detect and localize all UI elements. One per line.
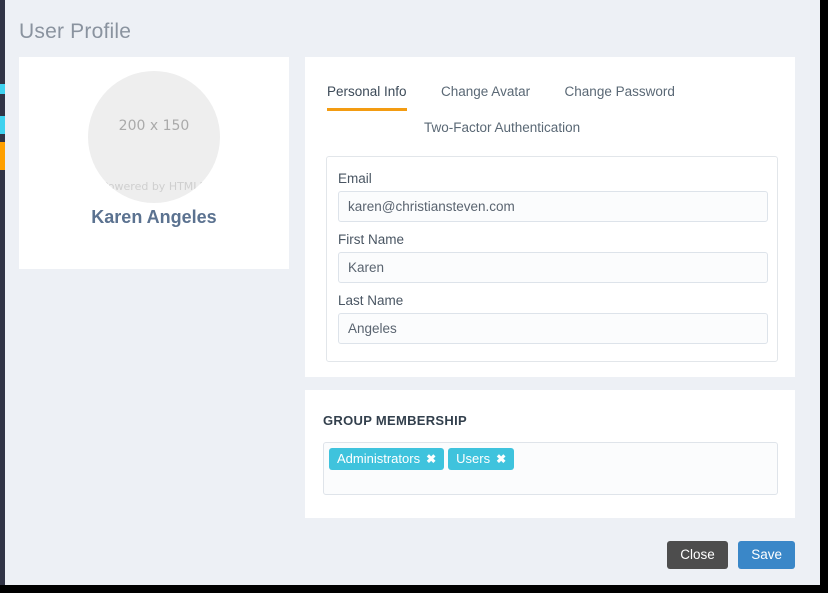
first-name-field[interactable] <box>338 252 768 283</box>
profile-name: Karen Angeles <box>91 207 217 227</box>
email-field[interactable] <box>338 191 768 222</box>
field-label-email: Email <box>338 171 372 186</box>
tab-personal-info[interactable]: Personal Info <box>327 80 407 111</box>
field-first-name: First Name <box>338 232 768 283</box>
group-tag-administrators[interactable]: Administrators ✖ <box>329 448 445 470</box>
avatar-size-label: 200 x 150 <box>118 118 190 134</box>
rail-segment-accent-orange-1 <box>0 142 5 170</box>
page-title: User Profile <box>19 20 132 43</box>
close-icon[interactable]: ✖ <box>496 452 506 466</box>
field-label-first-name: First Name <box>338 232 405 247</box>
personal-info-fieldset: Email First Name Last Name <box>326 156 778 362</box>
tab-change-password[interactable]: Change Password <box>565 80 675 111</box>
save-button[interactable]: Save <box>738 541 795 569</box>
personal-info-card: Personal Info Change Avatar Change Passw… <box>305 57 795 377</box>
tab-row-primary: Personal Info Change Avatar Change Passw… <box>327 80 777 111</box>
group-tag-label: Users <box>456 451 491 466</box>
close-icon[interactable]: ✖ <box>426 452 436 466</box>
group-membership-tag-input[interactable]: Administrators ✖ Users ✖ <box>323 442 778 495</box>
group-membership-heading: GROUP MEMBERSHIP <box>323 413 467 428</box>
tab-two-factor-authentication[interactable]: Two-Factor Authentication <box>424 116 580 147</box>
close-button[interactable]: Close <box>667 541 728 569</box>
group-tag-label: Administrators <box>337 451 421 466</box>
avatar-powered-label: Powered by HTML5 <box>101 180 207 193</box>
group-tag-users[interactable]: Users ✖ <box>448 448 515 470</box>
last-name-field[interactable] <box>338 313 768 344</box>
left-accent-rail <box>0 0 5 585</box>
group-membership-card: GROUP MEMBERSHIP Administrators ✖ Users ✖ <box>305 390 795 518</box>
rail-segment-accent-cyan-2 <box>0 116 5 134</box>
field-label-last-name: Last Name <box>338 293 404 308</box>
user-profile-window: User Profile 200 x 150 Powered by HTML5 … <box>0 0 820 585</box>
tab-change-avatar[interactable]: Change Avatar <box>441 80 530 111</box>
dialog-footer: Close Save <box>661 541 795 569</box>
field-last-name: Last Name <box>338 293 768 344</box>
avatar[interactable]: 200 x 150 Powered by HTML5 <box>88 71 220 203</box>
tab-row-secondary: Two-Factor Authentication <box>327 116 777 147</box>
field-email: Email <box>338 171 768 222</box>
tab-bar: Personal Info Change Avatar Change Passw… <box>327 80 777 147</box>
profile-card: 200 x 150 Powered by HTML5 Karen Angeles <box>19 57 289 269</box>
rail-segment-accent-cyan-1 <box>0 84 5 94</box>
